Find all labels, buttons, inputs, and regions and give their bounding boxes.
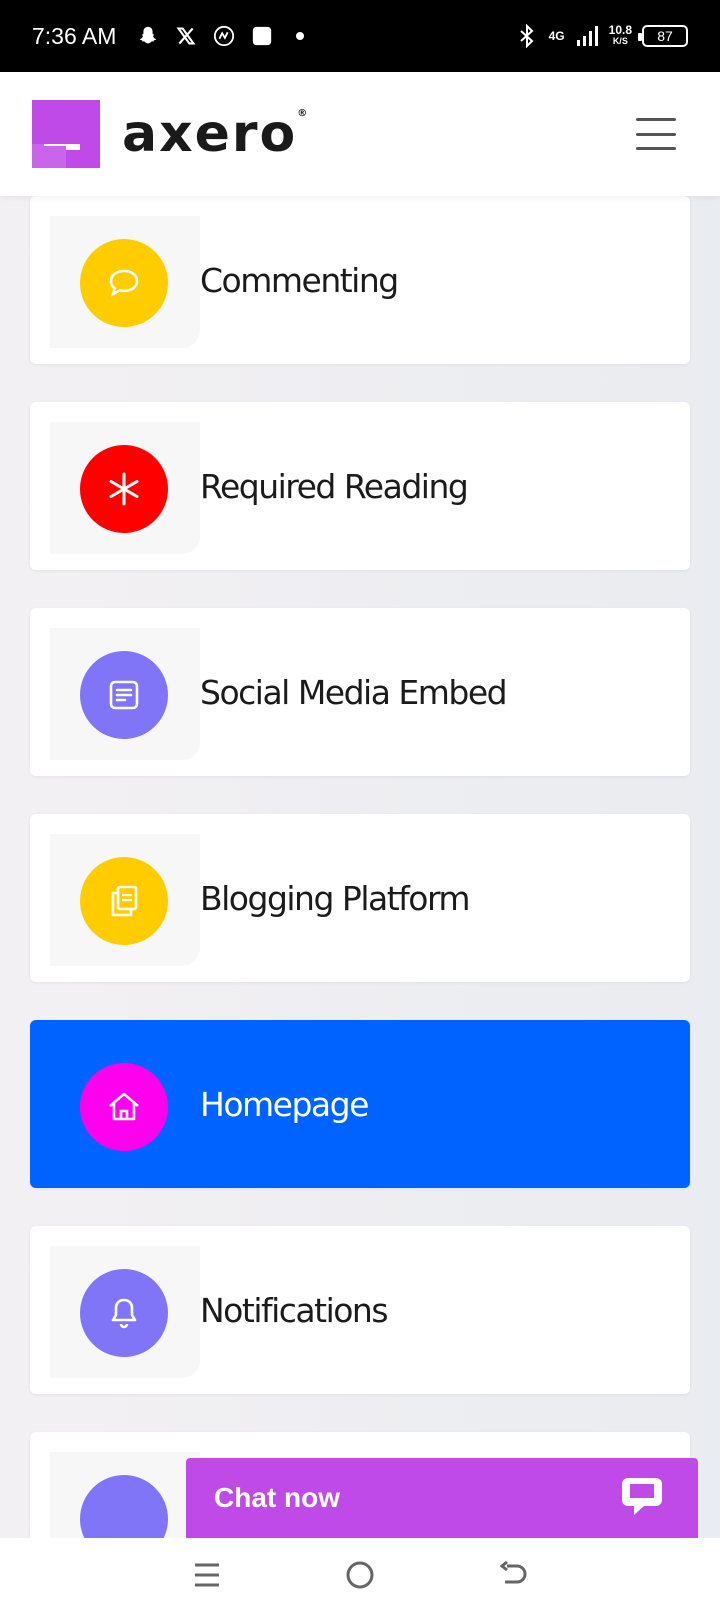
snapchat-icon — [136, 24, 160, 48]
document-icon — [80, 651, 168, 739]
status-right: 4G 10.8 K/S 87 — [515, 24, 688, 48]
net-speed: 10.8 K/S — [608, 23, 632, 47]
system-nav-bar — [0, 1538, 720, 1612]
home-icon — [80, 1063, 168, 1151]
feature-card-required-reading[interactable]: Required Reading — [30, 402, 690, 570]
bell-icon — [80, 1269, 168, 1357]
comment-icon — [80, 239, 168, 327]
network-type: 4G — [548, 29, 565, 43]
asterisk-icon — [80, 445, 168, 533]
feature-card-homepage[interactable]: Homepage — [30, 1020, 690, 1188]
net-speed-unit: K/S — [612, 36, 628, 46]
axero-logo[interactable]: axero ® — [32, 100, 307, 168]
net-speed-value: 10.8 — [608, 23, 632, 37]
feature-card-social-media-embed[interactable]: Social Media Embed — [30, 608, 690, 776]
coin-app-icon — [212, 24, 236, 48]
feature-card-blogging-platform[interactable]: Blogging Platform — [30, 814, 690, 982]
axero-logo-mark-icon — [32, 100, 100, 168]
status-time: 7:36 AM — [32, 22, 117, 49]
status-left: 7:36 AM — [32, 23, 312, 50]
chat-bubble-icon — [620, 1475, 664, 1522]
battery-icon: 87 — [638, 25, 688, 47]
back-icon[interactable] — [493, 1555, 533, 1595]
feature-title: Required Reading — [200, 466, 469, 506]
chat-now-label: Chat now — [214, 1482, 340, 1513]
feature-title: Notifications — [200, 1290, 389, 1330]
home-circle-icon[interactable] — [340, 1555, 380, 1595]
status-bar: 7:36 AM 4G 10.8 K/S 87 — [0, 0, 720, 72]
site-header: axero ® — [0, 72, 720, 196]
battery-level: 87 — [657, 28, 673, 44]
logo-wordmark: axero — [122, 104, 298, 164]
feature-card-notifications[interactable]: Notifications — [30, 1226, 690, 1394]
logo-registered-mark: ® — [297, 108, 310, 119]
logo-text: axero ® — [122, 104, 307, 164]
feature-card-commenting[interactable]: Commenting — [30, 196, 690, 364]
app-square-icon — [250, 24, 274, 48]
feature-title: Homepage — [200, 1084, 369, 1124]
chat-now-button[interactable]: Chat now — [186, 1458, 698, 1538]
signal-icon — [575, 24, 599, 48]
feature-title: Blogging Platform — [200, 878, 471, 918]
feature-title: Social Media Embed — [200, 672, 508, 712]
copy-pages-icon — [80, 857, 168, 945]
x-icon — [174, 24, 198, 48]
feature-title: Commenting — [200, 260, 399, 300]
hamburger-menu-icon[interactable] — [636, 118, 676, 150]
recents-icon[interactable] — [187, 1555, 227, 1595]
dot-icon — [288, 24, 312, 48]
bluetooth-icon — [515, 24, 539, 48]
